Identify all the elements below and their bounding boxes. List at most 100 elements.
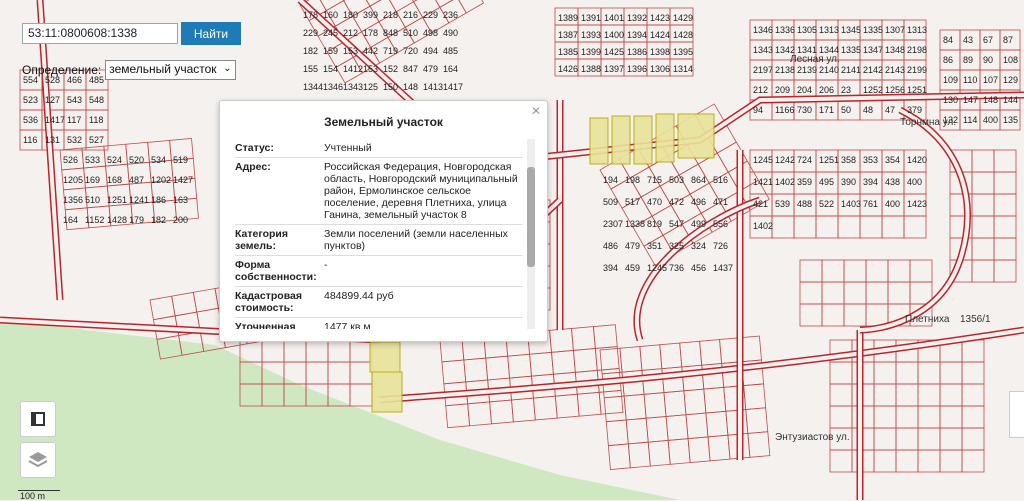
parcel-number: 520 <box>129 155 144 165</box>
parcel-number: 1336 <box>775 25 795 35</box>
parcel-number: 155 <box>303 64 318 74</box>
parcel <box>881 215 905 239</box>
parcel <box>445 403 471 429</box>
parcel-number: 212 <box>343 28 358 38</box>
parcel-number: 1252 <box>863 85 883 95</box>
parcel <box>895 361 919 385</box>
parcel-number: 847 <box>403 64 418 74</box>
parcel <box>685 412 709 440</box>
parcel <box>971 149 995 173</box>
parcel <box>441 359 467 385</box>
parcel-number: 1241 <box>129 195 149 205</box>
parcel-number: 1429 <box>673 13 693 23</box>
parcel <box>643 392 667 419</box>
parcel <box>554 393 580 419</box>
search-input[interactable]: 53:11:0800608:1338 <box>22 23 178 44</box>
parcel-number: 2141 <box>841 65 861 75</box>
parcel <box>865 259 889 283</box>
parcel-number: 200 <box>173 215 188 225</box>
parcel-number: 43 <box>963 35 973 45</box>
parcel-number: 498 <box>423 28 438 38</box>
parcel-number: 499 <box>691 219 706 229</box>
parcel <box>507 353 532 379</box>
parcel-number: 490 <box>443 28 458 38</box>
popup-scrollbar[interactable] <box>527 139 535 329</box>
parcel <box>594 346 620 371</box>
parcel <box>529 351 554 377</box>
parcel-number: 510 <box>85 195 100 205</box>
parcel-number: 1335 <box>863 25 883 35</box>
definition-select[interactable]: земельный участок ⌄ <box>105 60 236 80</box>
parcel-number: 510 <box>403 28 418 38</box>
parcel-number: 1420 <box>907 155 927 165</box>
scroll-thumb[interactable] <box>527 167 535 267</box>
layers-button[interactable] <box>20 442 56 478</box>
parcel-number: 1314 <box>673 64 693 74</box>
parcel <box>360 0 388 7</box>
parcel-number: 720 <box>403 46 418 56</box>
parcel <box>327 339 351 363</box>
parcel-number: 86 <box>943 55 953 65</box>
parcel <box>679 340 703 368</box>
parcel-number: 522 <box>819 199 834 209</box>
parcel-number: 1305 <box>797 25 817 35</box>
find-button[interactable]: Найти <box>181 22 241 45</box>
parcel-number: 1398 <box>650 47 670 57</box>
parcel-number: 359 <box>797 177 812 187</box>
parcel-number: 1393 <box>581 30 601 40</box>
parcel-number: 2199 <box>907 65 927 75</box>
parcel <box>993 259 1017 283</box>
parcel <box>909 281 933 305</box>
parcel <box>799 281 823 305</box>
parcel-number: 50 <box>841 105 851 115</box>
popup-row-label: Форма собственности: <box>235 259 317 283</box>
road-inner <box>859 108 970 332</box>
parcel <box>316 0 345 12</box>
parcel-number: 1356 <box>63 195 83 205</box>
parcel-number: 117 <box>67 115 81 125</box>
parcel-number: 485 <box>443 46 458 56</box>
parcel-number: 526 <box>63 155 78 165</box>
parcel-number: 736 <box>669 263 684 273</box>
parcel-number: 144 <box>1003 95 1018 105</box>
parcel-number: 459 <box>625 263 640 273</box>
parcel-number: 168 <box>107 175 122 185</box>
parcel-number: 442 <box>363 46 378 56</box>
parcel-number: 2307 <box>603 219 623 229</box>
parcel <box>815 215 839 239</box>
popup-row-label: Статус: <box>235 142 274 154</box>
parcel <box>829 405 853 429</box>
parcel <box>532 395 558 421</box>
parcel-number: 1402 <box>775 177 795 187</box>
parcel-number: 472 <box>669 197 684 207</box>
parcel-number: 182 <box>151 215 166 225</box>
parcel-number: 353 <box>863 155 878 165</box>
parcel <box>261 339 285 363</box>
parcel <box>663 390 687 417</box>
parcel <box>865 303 889 327</box>
parcel-number: 48 <box>863 105 873 115</box>
expand-icon[interactable] <box>1009 391 1024 438</box>
parcel-number: 495 <box>819 177 834 187</box>
parcel-number: 216 <box>403 10 418 20</box>
parcel-number: 198 <box>625 175 640 185</box>
parcel-number: 848 <box>383 28 398 38</box>
parcel-number: 438 <box>885 177 900 187</box>
parcel-number: 1346 <box>753 25 773 35</box>
parcel-number: 479 <box>625 241 640 251</box>
parcel-number: 379 <box>907 105 922 115</box>
parcel <box>467 401 492 427</box>
parcel-number: 1307 <box>885 25 905 35</box>
parcel-number: 1425 <box>604 47 624 57</box>
parcel-number: 456 <box>691 263 706 273</box>
parcel-number: 1335 <box>841 45 861 55</box>
parcel-number: 116 <box>23 135 37 145</box>
parcel-number: 206 <box>819 85 834 95</box>
parcel-number: 163 <box>173 195 188 205</box>
parcel-number: 496 <box>691 197 706 207</box>
fullscreen-button[interactable] <box>20 401 56 437</box>
parcel-number: 1423 <box>650 13 670 23</box>
parcel-number: 1385 <box>558 47 578 57</box>
parcel-number: 148 <box>403 82 418 92</box>
close-icon[interactable]: ✕ <box>531 104 541 118</box>
